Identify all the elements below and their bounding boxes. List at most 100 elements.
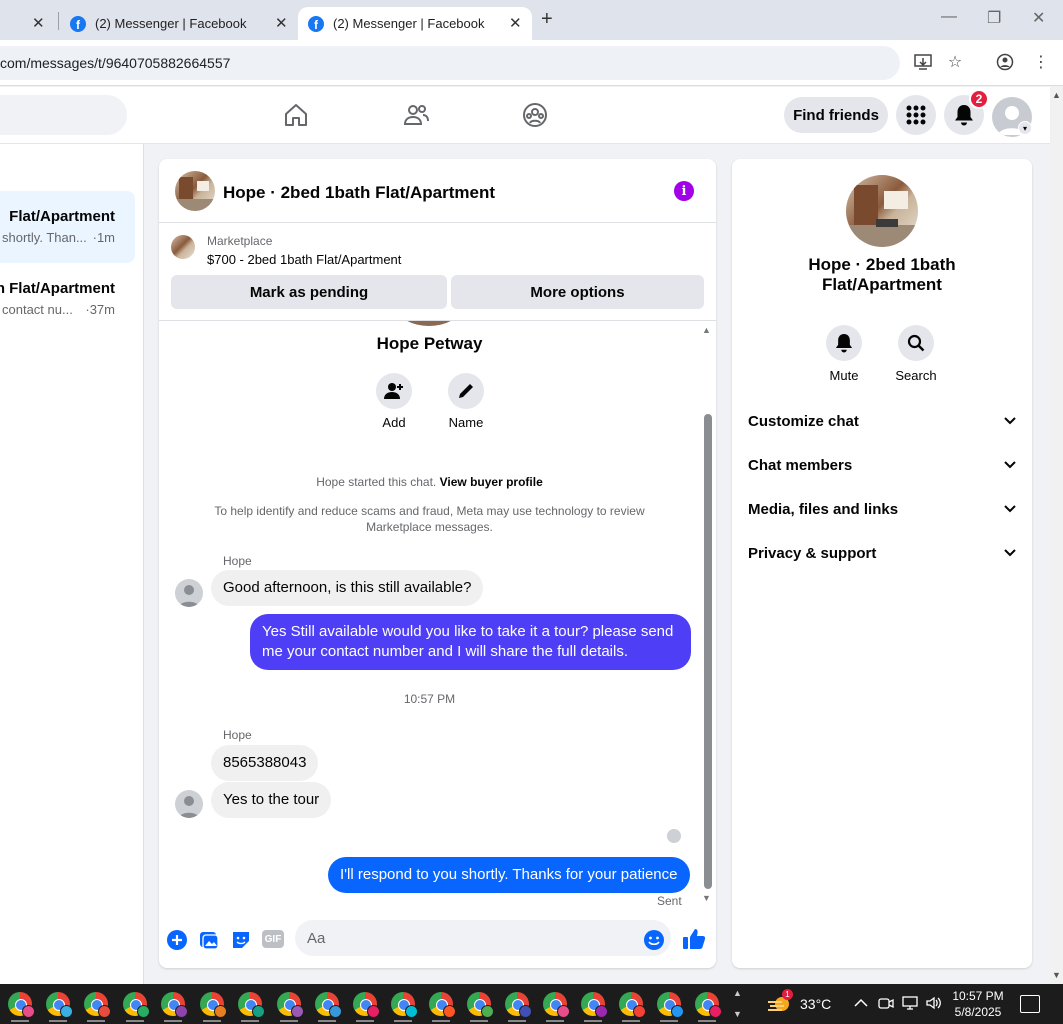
add-person-icon (384, 383, 403, 399)
sender-avatar[interactable] (175, 579, 203, 607)
section-privacy-support[interactable]: Privacy & support (748, 531, 1016, 575)
sender-avatar[interactable] (175, 790, 203, 818)
gif-icon[interactable]: GIF (262, 930, 284, 948)
find-friends-button[interactable]: Find friends (784, 97, 888, 133)
facebook-top-nav: Find friends 2 (0, 87, 1050, 144)
chrome-profile-icon[interactable] (353, 992, 380, 1022)
chrome-profile-icon[interactable] (657, 992, 684, 1022)
listing-photo[interactable] (846, 175, 918, 247)
close-tab-icon[interactable]: ✕ (275, 14, 288, 32)
thumbs-up-icon[interactable] (682, 927, 706, 951)
profile-name: Hope Petway (376, 334, 483, 353)
listing-title[interactable]: $700 - 2bed 1bath Flat/Apartment (207, 252, 401, 267)
photo-icon[interactable] (198, 929, 220, 951)
incoming-message[interactable]: Yes to the tour (211, 782, 332, 818)
chat-list-item[interactable]: Flat/Apartment shortly. Than... ·1m (0, 191, 135, 263)
chevron-down-icon (1004, 549, 1016, 557)
sticker-icon[interactable] (230, 929, 252, 951)
restore-icon[interactable]: ❐ (987, 8, 1001, 28)
message-scrollbar-thumb[interactable] (704, 414, 712, 889)
chrome-profile-icon[interactable] (8, 992, 35, 1022)
chrome-profile-icon[interactable] (46, 992, 73, 1022)
chevron-down-icon[interactable]: ▾ (1018, 121, 1032, 135)
incoming-message[interactable]: 8565388043 (211, 745, 319, 781)
chrome-profile-icon[interactable] (505, 992, 532, 1022)
clock-time: 10:57 PM (952, 989, 1004, 1003)
page-scrollbar[interactable]: ▲ ▼ (1050, 87, 1063, 983)
mark-as-pending-button[interactable]: Mark as pending (171, 275, 447, 309)
chrome-profile-icon[interactable] (123, 992, 150, 1022)
bell-icon (835, 334, 853, 353)
search-button[interactable]: Search (886, 325, 946, 383)
name-button[interactable]: Name (436, 373, 496, 430)
emoji-icon[interactable] (643, 929, 665, 951)
info-panel-title: Hope · 2bed 1bath Flat/Apartment (732, 255, 1032, 295)
chrome-profile-icon[interactable] (695, 992, 722, 1022)
chrome-profile-icon[interactable] (277, 992, 304, 1022)
outgoing-message[interactable]: Yes Still available would you like to ta… (250, 614, 691, 670)
chevron-up-icon[interactable] (854, 995, 868, 1011)
chrome-profile-icon[interactable] (391, 992, 418, 1022)
chat-title[interactable]: Hope · 2bed 1bath Flat/Apartment (223, 183, 495, 203)
listing-thumbnail-small[interactable] (171, 235, 195, 259)
scroll-up-icon[interactable]: ▲ (1052, 90, 1061, 100)
action-center-icon[interactable] (1020, 995, 1040, 1013)
view-buyer-profile-link[interactable]: View buyer profile (440, 475, 543, 489)
scroll-up-icon[interactable]: ▲ (702, 325, 711, 335)
facebook-search-input[interactable] (0, 95, 127, 135)
volume-icon[interactable] (926, 995, 942, 1014)
browser-tab-messenger[interactable]: f (2) Messenger | Facebook ✕ (70, 7, 292, 40)
info-icon[interactable]: i (674, 181, 694, 201)
chrome-profile-icon[interactable] (315, 992, 342, 1022)
browser-tab-messenger-active[interactable]: f (2) Messenger | Facebook ✕ (298, 7, 532, 40)
install-app-icon[interactable] (913, 52, 933, 72)
new-tab-icon[interactable]: + (541, 8, 553, 31)
info-panel-title-line: Hope · 2bed 1bath (808, 255, 956, 274)
taskbar-overflow-scroll[interactable]: ▲ ▼ (730, 984, 744, 1024)
scroll-down-icon[interactable]: ▼ (1052, 970, 1061, 980)
chrome-profile-icon[interactable] (581, 992, 608, 1022)
chrome-profile-icon[interactable] (619, 992, 646, 1022)
groups-icon[interactable] (521, 101, 549, 129)
minimize-icon[interactable]: — (941, 8, 957, 26)
chrome-profile-icon[interactable] (161, 992, 188, 1022)
url-input[interactable]: com/messages/t/9640705882664557 (0, 46, 900, 80)
weather-icon[interactable]: 1 (766, 989, 794, 1016)
chevron-down-icon[interactable]: ▼ (733, 1009, 742, 1019)
chat-list-item[interactable]: h Flat/Apartment contact nu... ·37m (0, 263, 135, 335)
profile-icon[interactable] (995, 52, 1015, 72)
friends-icon[interactable] (402, 101, 430, 129)
clock[interactable]: 10:57 PM 5/8/2025 (950, 988, 1006, 1020)
add-button[interactable]: Add (364, 373, 424, 430)
meet-now-icon[interactable] (878, 995, 894, 1014)
message-input[interactable]: Aa (295, 920, 671, 956)
section-customize-chat[interactable]: Customize chat (748, 399, 1016, 443)
chevron-up-icon[interactable]: ▲ (733, 988, 742, 998)
chrome-profile-icon[interactable] (543, 992, 570, 1022)
chrome-profile-icon[interactable] (429, 992, 456, 1022)
menu-grid-button[interactable] (896, 95, 936, 135)
browser-menu-icon[interactable]: ⋮ (1031, 52, 1051, 72)
close-window-icon[interactable]: ✕ (1032, 8, 1045, 28)
tab-title: (2) Messenger | Facebook (95, 16, 247, 31)
chrome-profile-icon[interactable] (467, 992, 494, 1022)
section-chat-members[interactable]: Chat members (748, 443, 1016, 487)
chrome-profile-icon[interactable] (238, 992, 265, 1022)
close-tab-icon[interactable]: ✕ (32, 14, 45, 32)
chrome-profile-icon[interactable] (200, 992, 227, 1022)
network-icon[interactable] (902, 995, 918, 1014)
mute-button[interactable]: Mute (814, 325, 874, 383)
plus-circle-icon[interactable] (166, 929, 188, 951)
listing-thumbnail[interactable] (175, 171, 215, 211)
message-thread[interactable]: Hope Petway Add Name Hope started this c… (159, 321, 716, 911)
browser-tab[interactable]: ✕ (0, 7, 50, 40)
incoming-message[interactable]: Good afternoon, is this still available? (211, 570, 484, 606)
chrome-profile-icon[interactable] (84, 992, 111, 1022)
outgoing-message[interactable]: I'll respond to you shortly. Thanks for … (328, 857, 690, 893)
home-icon[interactable] (282, 101, 310, 129)
bookmark-star-icon[interactable]: ☆ (945, 52, 965, 72)
more-options-button[interactable]: More options (451, 275, 704, 309)
section-media-files-links[interactable]: Media, files and links (748, 487, 1016, 531)
scroll-down-icon[interactable]: ▼ (702, 893, 711, 903)
close-tab-icon[interactable]: ✕ (509, 14, 522, 32)
